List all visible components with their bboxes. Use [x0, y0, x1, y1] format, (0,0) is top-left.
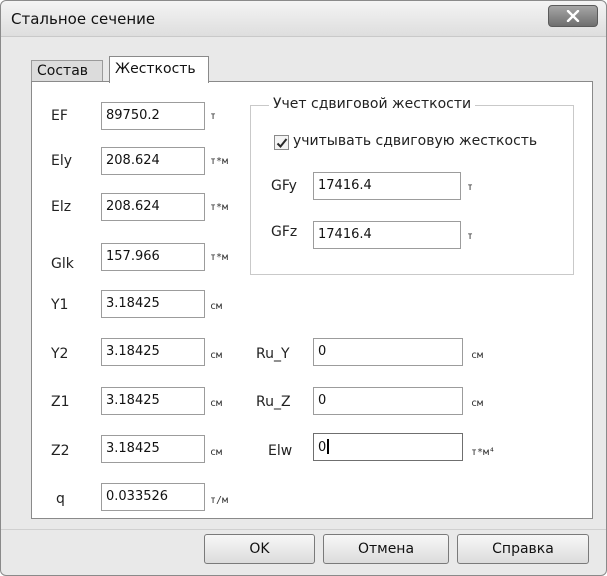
- label-z1: Z1: [51, 394, 70, 410]
- cancel-button[interactable]: Отмена: [323, 534, 449, 564]
- label-ru-y: Ru_Y: [256, 346, 290, 362]
- label-ely: Ely: [51, 153, 73, 169]
- unit-elw: т*м⁴: [471, 447, 496, 458]
- unit-y1: см: [210, 301, 223, 312]
- steel-section-dialog: Стальное сечение Состав Жесткость EF 897…: [0, 0, 607, 576]
- shear-group-title: Учет сдвиговой жесткости: [269, 96, 476, 112]
- ok-button[interactable]: OK: [204, 534, 315, 564]
- label-gfy: GFy: [271, 178, 297, 194]
- help-button[interactable]: Справка: [457, 534, 589, 564]
- label-elw: Elw: [268, 443, 293, 459]
- unit-glk: т*м: [210, 252, 229, 263]
- label-ru-z: Ru_Z: [256, 394, 291, 410]
- label-gfz: GFz: [271, 224, 298, 240]
- window-title: Стальное сечение: [11, 10, 156, 28]
- unit-gfz: т: [467, 231, 474, 242]
- z1-input[interactable]: 3.18425: [101, 387, 205, 415]
- label-y2: Y2: [51, 346, 69, 362]
- label-y1: Y1: [51, 297, 69, 313]
- q-input[interactable]: 0.033526: [101, 483, 205, 511]
- gfz-input[interactable]: 17416.4: [313, 221, 461, 249]
- ef-input[interactable]: 89750.2: [101, 102, 205, 130]
- unit-ru-z: см: [471, 398, 484, 409]
- ru-z-input[interactable]: 0: [313, 387, 463, 415]
- label-ef: EF: [51, 108, 68, 124]
- elw-input[interactable]: 0: [313, 433, 463, 461]
- unit-gfy: т: [467, 182, 474, 193]
- elz-input[interactable]: 208.624: [101, 193, 205, 221]
- shear-stiffness-checkbox-label[interactable]: учитывать сдвиговую жесткость: [293, 133, 537, 149]
- gfy-input[interactable]: 17416.4: [313, 172, 461, 200]
- ok-button-label: OK: [249, 541, 270, 557]
- label-z2: Z2: [51, 443, 70, 459]
- tab-sostav-label: Состав: [37, 63, 89, 79]
- label-glk: Glk: [51, 256, 74, 272]
- tab-zhestkost[interactable]: Жесткость: [109, 56, 209, 83]
- cancel-button-label: Отмена: [357, 541, 415, 557]
- unit-z1: см: [210, 398, 223, 409]
- shear-stiffness-checkbox[interactable]: [274, 135, 289, 150]
- tab-sostav[interactable]: Состав: [31, 60, 103, 82]
- unit-y2: см: [210, 350, 223, 361]
- unit-z2: см: [210, 447, 223, 458]
- tab-zhestkost-label: Жесткость: [115, 61, 196, 77]
- text-caret: [327, 439, 330, 454]
- unit-ef: т: [210, 111, 217, 122]
- unit-ru-y: см: [471, 350, 484, 361]
- ely-input[interactable]: 208.624: [101, 147, 205, 175]
- glk-input[interactable]: 157.966: [101, 243, 205, 271]
- z2-input[interactable]: 3.18425: [101, 435, 205, 463]
- close-x-icon: [566, 10, 580, 22]
- unit-elz: т*м: [210, 202, 229, 213]
- y1-input[interactable]: 3.18425: [101, 290, 205, 318]
- y2-input[interactable]: 3.18425: [101, 338, 205, 366]
- unit-ely: т*м: [210, 156, 229, 167]
- help-button-label: Справка: [492, 541, 554, 557]
- unit-q: т/м: [210, 495, 229, 506]
- ru-y-input[interactable]: 0: [313, 338, 463, 366]
- label-q: q: [56, 491, 65, 507]
- label-elz: Elz: [51, 199, 72, 215]
- close-button[interactable]: [548, 5, 598, 27]
- title-bar: Стальное сечение: [1, 1, 606, 37]
- checkmark-icon: [276, 137, 287, 148]
- elw-value: 0: [318, 440, 327, 455]
- button-bar-separator: [1, 529, 606, 530]
